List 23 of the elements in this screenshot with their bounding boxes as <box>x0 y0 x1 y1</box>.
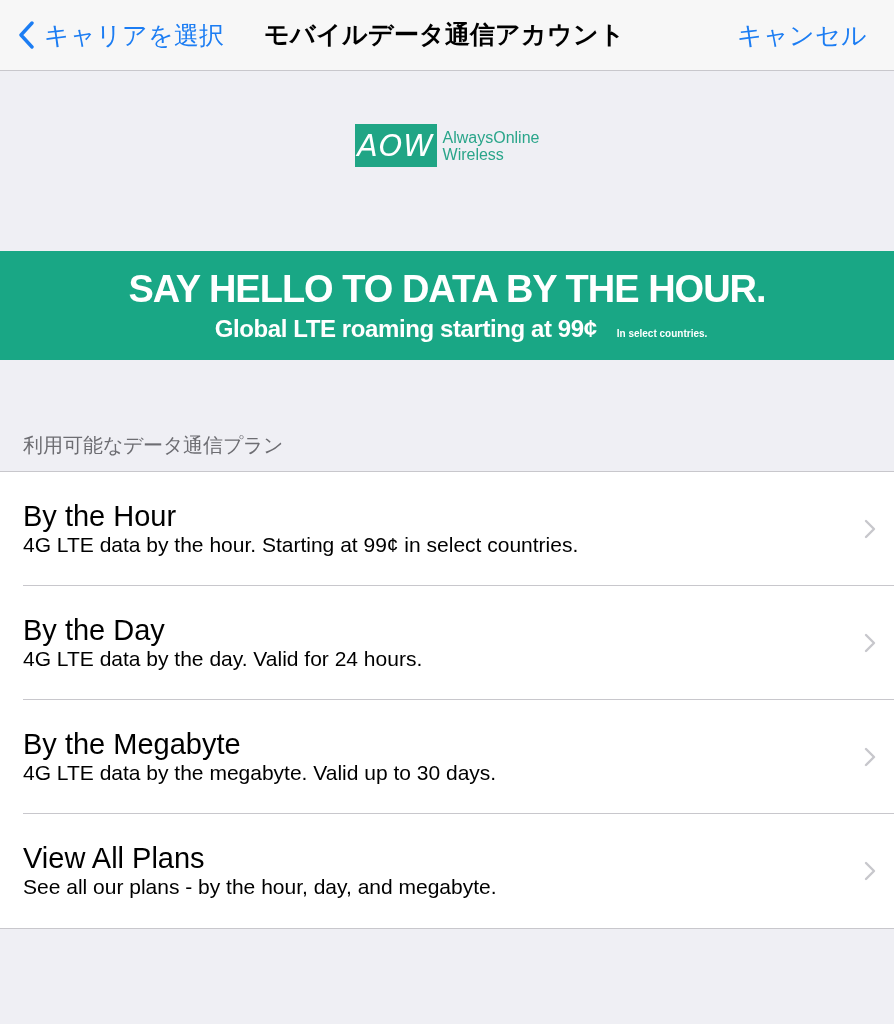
brand-tagline: Wireless <box>442 145 504 163</box>
cancel-button[interactable]: キャンセル <box>737 20 876 50</box>
plan-description: 4G LTE data by the hour. Starting at 99¢ in select countries. <box>23 532 580 558</box>
chevron-right-icon <box>864 746 876 767</box>
navigation-title: モバイルデータ通信アカウント <box>264 19 625 50</box>
logo-mark: AOW <box>354 124 437 167</box>
back-button[interactable]: キャリアを選択 <box>18 20 224 50</box>
plan-description: 4G LTE data by the megabyte. Valid up to 30 days. <box>23 760 498 786</box>
banner-headline: SAY HELLO TO DATA BY THE HOUR. <box>128 267 766 311</box>
section-header: 利用可能なデータ通信プラン <box>23 433 283 458</box>
brand-name: AlwaysOnline <box>442 128 540 146</box>
chevron-right-icon <box>864 861 876 881</box>
plan-title: View All Plans <box>23 842 206 874</box>
plan-title: By the Day <box>23 613 166 646</box>
plan-title: By the Hour <box>23 499 178 532</box>
chevron-right-icon <box>864 518 876 539</box>
banner-subline: Global LTE roaming starting at 99¢ <box>214 314 597 344</box>
banner-note: In select countries. <box>616 328 708 340</box>
back-chevron-icon <box>18 21 34 49</box>
plan-title: By the Megabyte <box>23 727 242 760</box>
chevron-right-icon <box>864 632 876 653</box>
plan-description: 4G LTE data by the day. Valid for 24 hours. <box>23 646 424 672</box>
plan-description: See all our plans - by the hour, day, and megabyte. <box>23 874 498 900</box>
